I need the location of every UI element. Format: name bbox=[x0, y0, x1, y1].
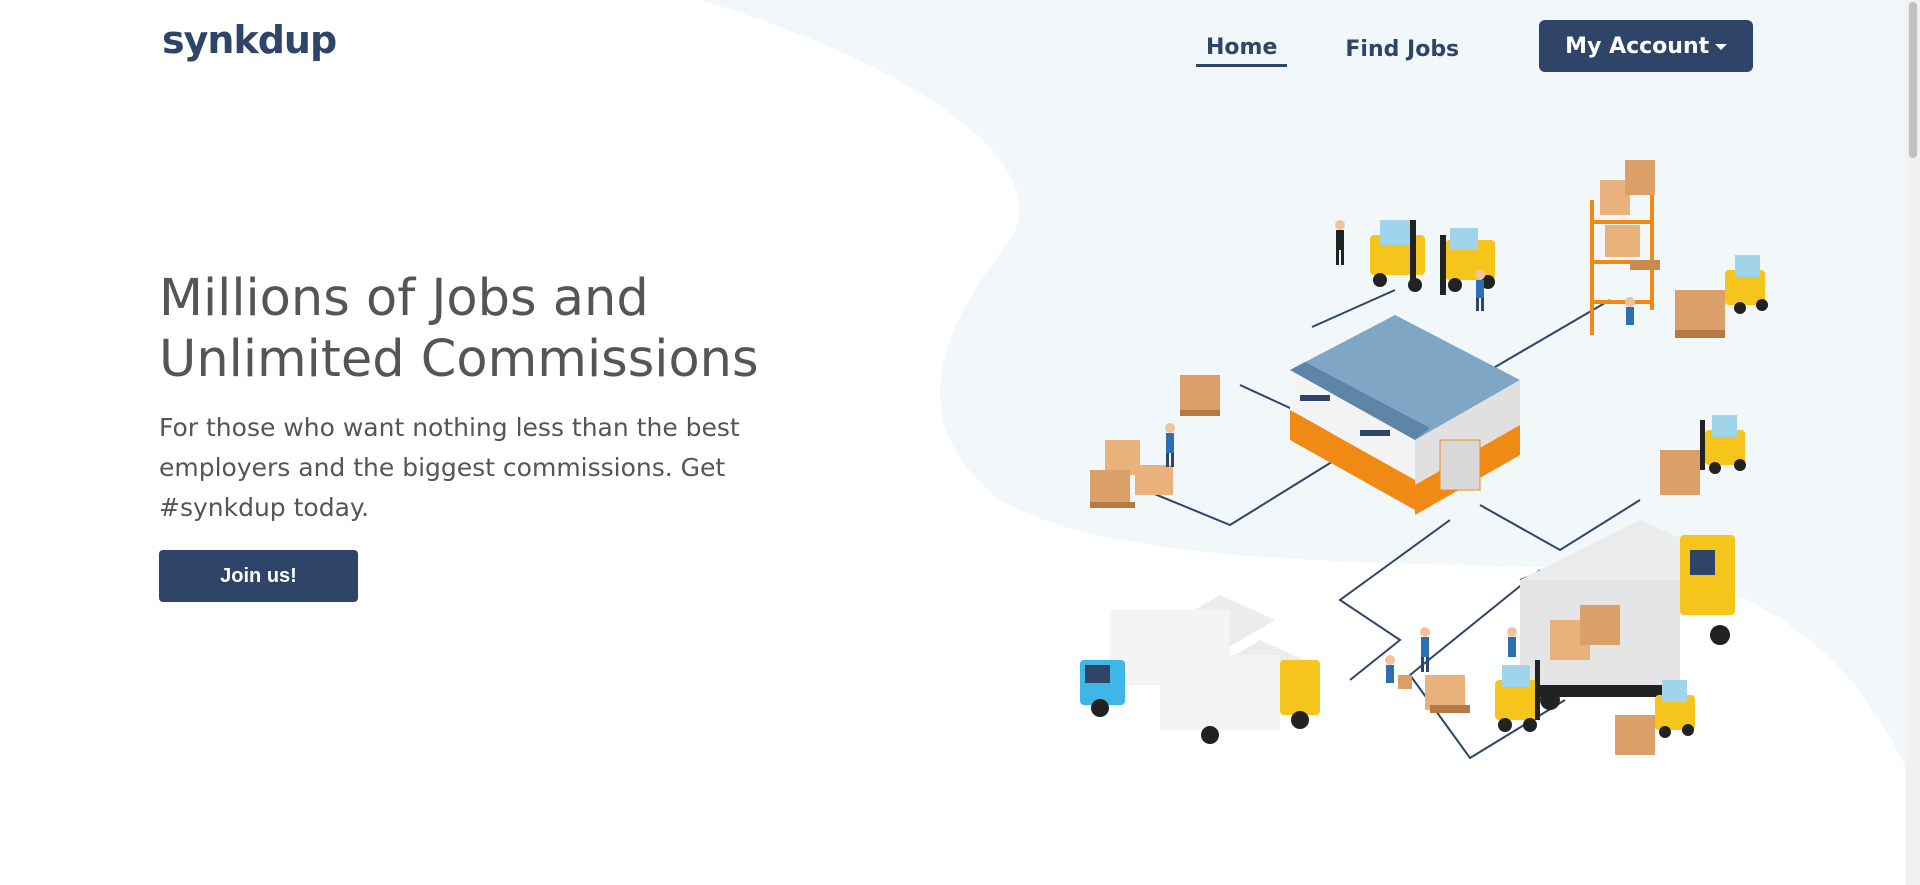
join-us-button[interactable]: Join us! bbox=[159, 550, 358, 602]
logistics-illustration bbox=[1080, 160, 1768, 760]
my-account-label: My Account bbox=[1565, 33, 1710, 59]
page: synkdup Home Find Jobs My Account Millio… bbox=[0, 0, 1920, 885]
warehouse-icon bbox=[1290, 315, 1520, 515]
nav-home-link[interactable]: Home bbox=[1196, 25, 1288, 67]
nav-find-jobs-link[interactable]: Find Jobs bbox=[1335, 27, 1469, 66]
page-scrollbar[interactable] bbox=[1906, 0, 1920, 885]
scrollbar-thumb[interactable] bbox=[1909, 2, 1917, 158]
chevron-down-icon bbox=[1715, 44, 1728, 50]
truck-icon bbox=[1520, 520, 1735, 710]
my-account-dropdown-button[interactable]: My Account bbox=[1539, 20, 1754, 72]
main-nav: Home Find Jobs My Account bbox=[1196, 20, 1754, 72]
hero-body: For those who want nothing less than the… bbox=[159, 413, 740, 522]
hero-section: Millions of Jobs and Unlimited Commissio… bbox=[159, 268, 819, 602]
forklift-icon bbox=[1660, 415, 1746, 495]
hero-title: Millions of Jobs and Unlimited Commissio… bbox=[159, 269, 759, 389]
logo[interactable]: synkdup bbox=[162, 18, 337, 62]
pallet-icon bbox=[1090, 375, 1220, 508]
shelf-icon bbox=[1590, 160, 1660, 335]
truck-icon bbox=[1080, 595, 1320, 744]
